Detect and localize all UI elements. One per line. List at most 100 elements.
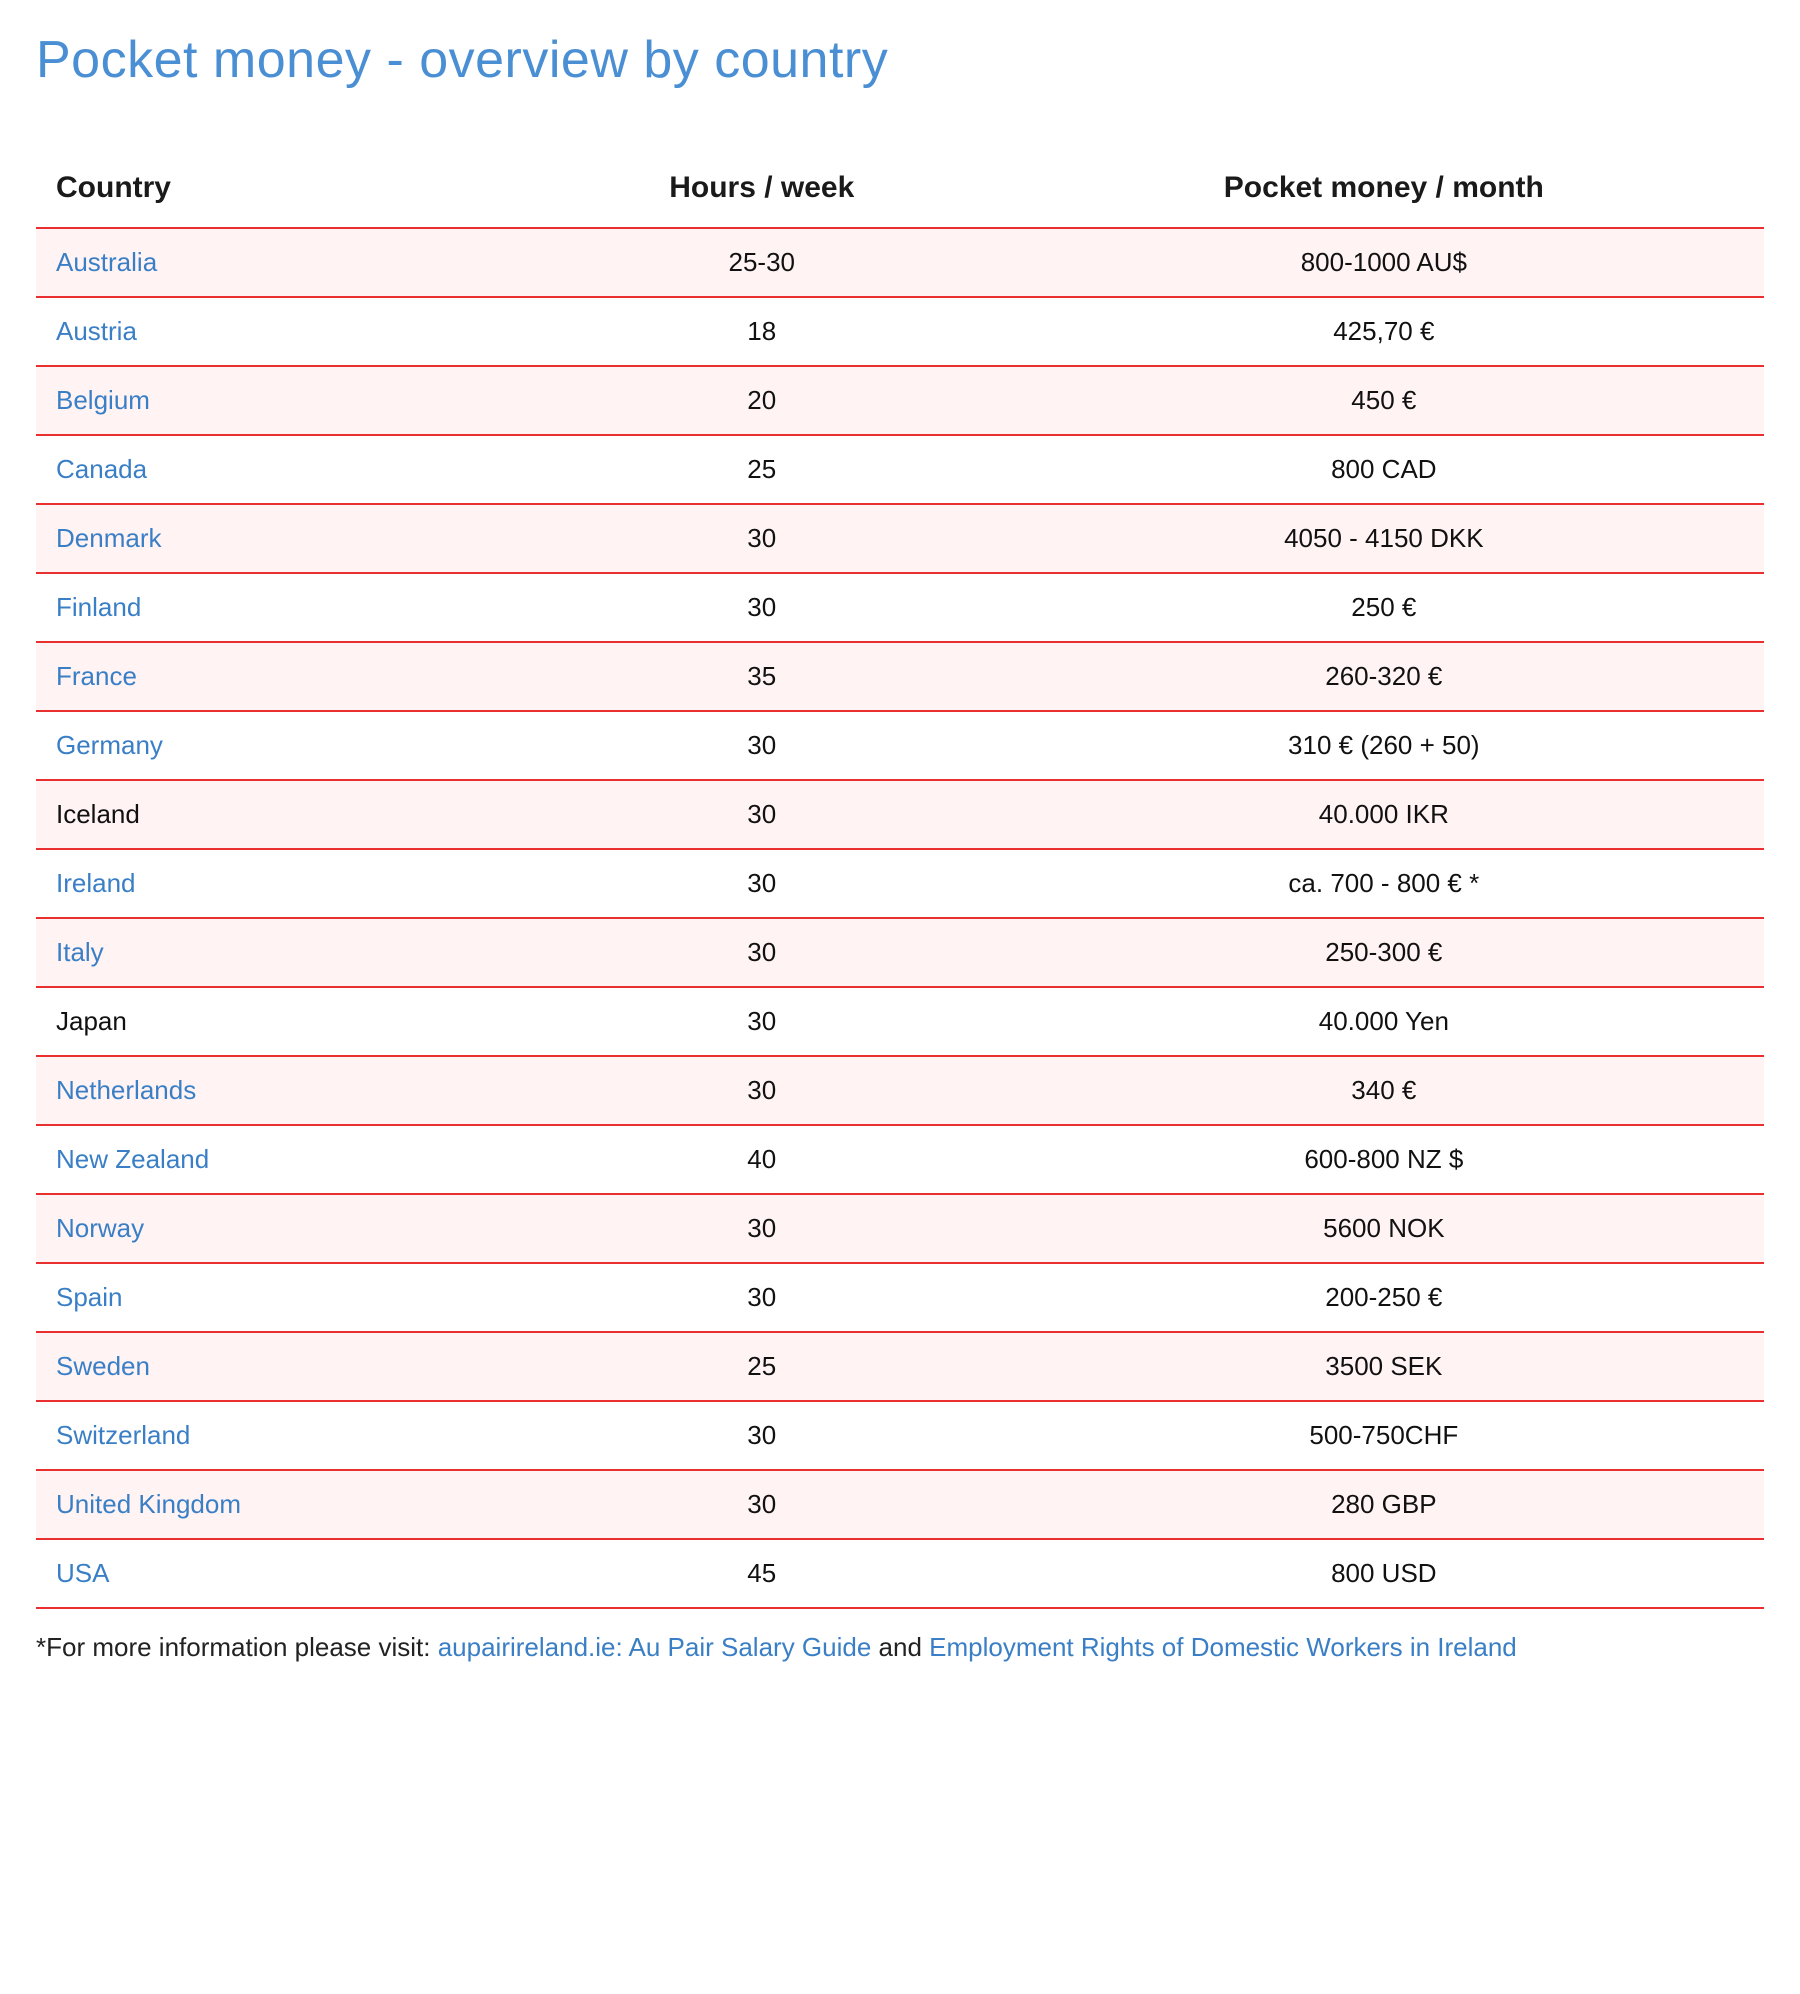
table-row: United Kingdom 30280 GBP (36, 1470, 1764, 1539)
country-link[interactable]: Germany (56, 730, 163, 760)
cell-money: 800 USD (1004, 1539, 1764, 1608)
cell-money: 450 € (1004, 366, 1764, 435)
cell-money: 310 € (260 + 50) (1004, 711, 1764, 780)
cell-country: Japan (36, 987, 520, 1056)
table-row: Denmark304050 - 4150 DKK (36, 504, 1764, 573)
country-link[interactable]: Netherlands (56, 1075, 196, 1105)
table-row: USA 45800 USD (36, 1539, 1764, 1608)
country-link[interactable]: Canada (56, 454, 147, 484)
table-row: Norway 305600 NOK (36, 1194, 1764, 1263)
cell-country: France (36, 642, 520, 711)
cell-country: United Kingdom (36, 1470, 520, 1539)
country-link[interactable]: Finland (56, 592, 141, 622)
header-money: Pocket money / month (1004, 150, 1764, 228)
country-link[interactable]: France (56, 661, 137, 691)
cell-country: Austria (36, 297, 520, 366)
table-header-row: Country Hours / week Pocket money / mont… (36, 150, 1764, 228)
table-row: Germany 30310 € (260 + 50) (36, 711, 1764, 780)
cell-hours: 30 (520, 918, 1004, 987)
cell-hours: 20 (520, 366, 1004, 435)
cell-money: 800-1000 AU$ (1004, 228, 1764, 297)
cell-country: Spain (36, 1263, 520, 1332)
cell-money: 340 € (1004, 1056, 1764, 1125)
cell-country: Norway (36, 1194, 520, 1263)
table-row: Canada25800 CAD (36, 435, 1764, 504)
country-link[interactable]: Austria (56, 316, 137, 346)
cell-hours: 30 (520, 1401, 1004, 1470)
cell-country: Switzerland (36, 1401, 520, 1470)
cell-country: Italy (36, 918, 520, 987)
country-link[interactable]: Italy (56, 937, 104, 967)
footnote: *For more information please visit: aupa… (36, 1627, 1764, 1669)
country-link[interactable]: New Zealand (56, 1144, 209, 1174)
cell-hours: 35 (520, 642, 1004, 711)
cell-hours: 30 (520, 711, 1004, 780)
table-row: Switzerland 30500-750CHF (36, 1401, 1764, 1470)
cell-country: New Zealand (36, 1125, 520, 1194)
cell-hours: 30 (520, 849, 1004, 918)
cell-country: Finland (36, 573, 520, 642)
cell-money: 425,70 € (1004, 297, 1764, 366)
cell-hours: 30 (520, 1470, 1004, 1539)
cell-money: 600-800 NZ $ (1004, 1125, 1764, 1194)
cell-money: 40.000 Yen (1004, 987, 1764, 1056)
country-link[interactable]: Spain (56, 1282, 123, 1312)
header-hours: Hours / week (520, 150, 1004, 228)
footnote-link-1[interactable]: aupairireland.ie: Au Pair Salary Guide (438, 1632, 872, 1662)
cell-money: 250-300 € (1004, 918, 1764, 987)
cell-hours: 30 (520, 1194, 1004, 1263)
table-row: Iceland 3040.000 IKR (36, 780, 1764, 849)
cell-hours: 45 (520, 1539, 1004, 1608)
country-link[interactable]: Norway (56, 1213, 144, 1243)
table-row: Belgium 20450 € (36, 366, 1764, 435)
cell-money: 250 € (1004, 573, 1764, 642)
table-row: Finland 30250 € (36, 573, 1764, 642)
cell-country: USA (36, 1539, 520, 1608)
cell-country: Germany (36, 711, 520, 780)
country-link[interactable]: Australia (56, 247, 157, 277)
cell-hours: 30 (520, 573, 1004, 642)
country-link[interactable]: Ireland (56, 868, 136, 898)
country-link[interactable]: Sweden (56, 1351, 150, 1381)
country-label: Iceland (56, 799, 140, 829)
cell-hours: 40 (520, 1125, 1004, 1194)
cell-money: 500-750CHF (1004, 1401, 1764, 1470)
table-row: Ireland30ca. 700 - 800 € * (36, 849, 1764, 918)
table-row: Austria 18425,70 € (36, 297, 1764, 366)
country-link[interactable]: USA (56, 1558, 109, 1588)
header-country: Country (36, 150, 520, 228)
cell-hours: 25 (520, 435, 1004, 504)
cell-money: 3500 SEK (1004, 1332, 1764, 1401)
cell-hours: 25 (520, 1332, 1004, 1401)
table-row: Japan3040.000 Yen (36, 987, 1764, 1056)
cell-hours: 30 (520, 780, 1004, 849)
footnote-and: and (879, 1632, 930, 1662)
footnote-prefix: *For more information please visit: (36, 1632, 438, 1662)
country-link[interactable]: United Kingdom (56, 1489, 241, 1519)
cell-money: 280 GBP (1004, 1470, 1764, 1539)
cell-country: Ireland (36, 849, 520, 918)
cell-country: Netherlands (36, 1056, 520, 1125)
cell-country: Iceland (36, 780, 520, 849)
country-link[interactable]: Belgium (56, 385, 150, 415)
pocket-money-table: Country Hours / week Pocket money / mont… (36, 150, 1764, 1609)
cell-money: 4050 - 4150 DKK (1004, 504, 1764, 573)
country-link[interactable]: Switzerland (56, 1420, 190, 1450)
cell-hours: 18 (520, 297, 1004, 366)
table-row: Australia25-30800-1000 AU$ (36, 228, 1764, 297)
cell-money: 40.000 IKR (1004, 780, 1764, 849)
table-row: Netherlands 30340 € (36, 1056, 1764, 1125)
country-link[interactable]: Denmark (56, 523, 161, 553)
page-title: Pocket money - overview by country (36, 30, 1764, 90)
footnote-link-2[interactable]: Employment Rights of Domestic Workers in… (929, 1632, 1517, 1662)
cell-country: Denmark (36, 504, 520, 573)
cell-country: Sweden (36, 1332, 520, 1401)
cell-money: 5600 NOK (1004, 1194, 1764, 1263)
table-row: New Zealand 40600-800 NZ $ (36, 1125, 1764, 1194)
cell-hours: 30 (520, 1056, 1004, 1125)
cell-hours: 30 (520, 1263, 1004, 1332)
table-row: France35260-320 € (36, 642, 1764, 711)
table-row: Sweden 253500 SEK (36, 1332, 1764, 1401)
cell-country: Belgium (36, 366, 520, 435)
cell-hours: 30 (520, 987, 1004, 1056)
